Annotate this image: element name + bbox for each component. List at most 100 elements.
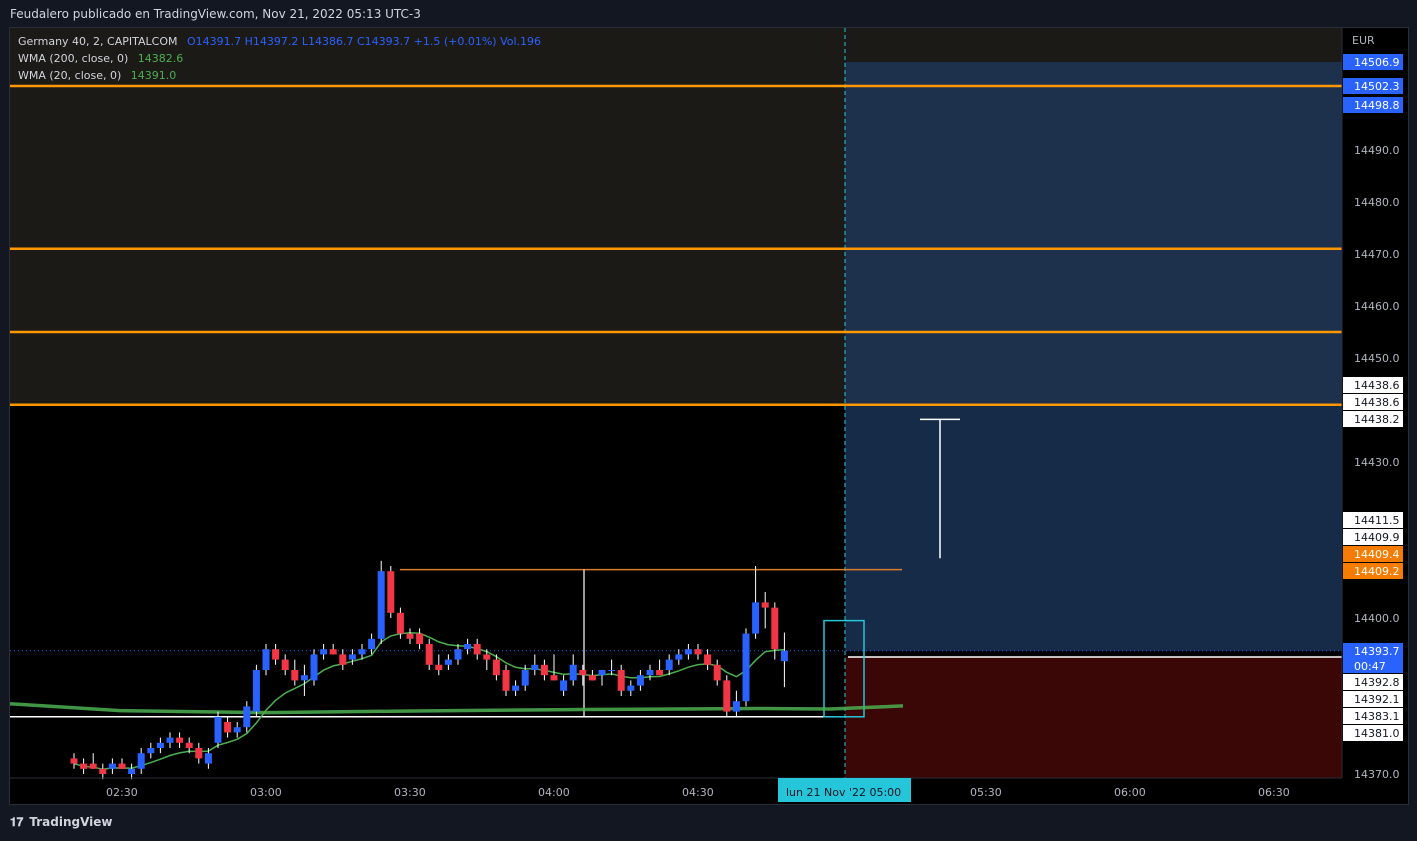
candle-body[interactable]	[70, 758, 78, 764]
candle-body[interactable]	[473, 644, 481, 655]
price-label: 14392.1	[1354, 693, 1400, 706]
candle-body[interactable]	[454, 649, 462, 660]
candle-body[interactable]	[233, 727, 241, 733]
candle-body[interactable]	[540, 664, 548, 676]
price-label: 14409.9	[1354, 531, 1400, 544]
time-tick-label: 04:00	[538, 786, 570, 799]
long-position-stop-zone[interactable]	[845, 657, 1342, 778]
candle-body[interactable]	[224, 722, 232, 733]
candle-body[interactable]	[377, 571, 385, 639]
candle-body[interactable]	[675, 654, 683, 660]
wma200-line	[9, 702, 904, 715]
price-label: 14393.7	[1354, 645, 1400, 658]
candle-body[interactable]	[262, 649, 270, 670]
legend-ohlc: O14391.7 H14397.2 L14386.7 C14393.7 +1.5…	[186, 35, 542, 48]
candle-body[interactable]	[694, 649, 702, 655]
candle-body[interactable]	[89, 763, 97, 769]
candle-body[interactable]	[329, 649, 337, 655]
price-label: 14383.1	[1354, 710, 1400, 723]
candle-body[interactable]	[387, 571, 395, 613]
candle-body[interactable]	[166, 737, 174, 743]
candle-body[interactable]	[588, 675, 596, 681]
candle-body[interactable]	[464, 644, 472, 650]
candle-body[interactable]	[281, 659, 289, 670]
candle-body[interactable]	[550, 675, 558, 681]
time-tick-label: 06:30	[1258, 786, 1290, 799]
chart-canvas[interactable]: EUR 14490.0 14480.0 14470.0 14460.0 14450.0 14…	[0, 0, 1417, 841]
candle-body[interactable]	[502, 670, 510, 691]
price-tick-label: 14470.0	[1354, 248, 1400, 261]
candle-body[interactable]	[492, 659, 500, 676]
candle-body[interactable]	[684, 649, 692, 655]
legend-wma200-value: 14382.6	[137, 52, 184, 65]
candle-body[interactable]	[780, 650, 788, 662]
candle-body[interactable]	[761, 602, 769, 608]
footer-brand[interactable]: 𝟏𝟕 TradingView	[10, 815, 113, 830]
candle-body[interactable]	[176, 737, 184, 743]
candle-body[interactable]	[579, 670, 587, 676]
candle-body[interactable]	[128, 768, 136, 774]
candle-body[interactable]	[252, 670, 260, 712]
candle-body[interactable]	[608, 670, 616, 671]
legend-wma20-value: 14391.0	[130, 69, 177, 82]
candle-body[interactable]	[656, 670, 664, 676]
candle-body[interactable]	[742, 633, 750, 702]
candle-body[interactable]	[704, 654, 712, 665]
candle-body[interactable]	[425, 644, 433, 665]
candle-body[interactable]	[598, 670, 606, 676]
candle-body[interactable]	[272, 649, 280, 660]
time-tick-label: 02:30	[106, 786, 138, 799]
candle-body[interactable]	[118, 763, 126, 769]
time-tick-label: 04:30	[682, 786, 714, 799]
candle-body[interactable]	[291, 670, 299, 681]
candle-body[interactable]	[243, 706, 251, 728]
candle-body[interactable]	[569, 664, 577, 681]
candle-body[interactable]	[771, 607, 779, 650]
candle-body[interactable]	[521, 670, 529, 686]
price-label: 14411.5	[1354, 514, 1400, 527]
candle-body[interactable]	[204, 753, 212, 764]
candle-body[interactable]	[512, 685, 520, 691]
candle-body[interactable]	[108, 763, 116, 769]
candle-body[interactable]	[444, 659, 452, 665]
candle-body[interactable]	[310, 654, 318, 681]
candle-body[interactable]	[416, 633, 424, 644]
candle-body[interactable]	[358, 649, 366, 655]
legend-symbol-row: Germany 40, 2, CAPITALCOM O14391.7 H1439…	[18, 35, 547, 48]
candle-body[interactable]	[713, 664, 721, 681]
long-position-target-zone[interactable]	[845, 62, 1342, 651]
candle-body[interactable]	[732, 701, 740, 712]
candle-body[interactable]	[99, 768, 107, 774]
candle-body[interactable]	[300, 675, 308, 681]
candle-body[interactable]	[137, 753, 145, 769]
price-label: 14409.2	[1354, 565, 1400, 578]
candle-body[interactable]	[665, 659, 673, 670]
candle-body[interactable]	[195, 748, 203, 759]
candle-body[interactable]	[147, 748, 155, 754]
price-label: 14502.3	[1354, 80, 1400, 93]
candle-body[interactable]	[348, 654, 356, 660]
candle-body[interactable]	[185, 742, 193, 748]
candle-body[interactable]	[531, 664, 539, 670]
candle-body[interactable]	[406, 633, 414, 639]
candle-body[interactable]	[435, 664, 443, 670]
candle-body[interactable]	[339, 654, 347, 665]
candle-body[interactable]	[617, 670, 625, 691]
price-tick-label: 14430.0	[1354, 456, 1400, 469]
candle-body[interactable]	[368, 638, 376, 650]
current-time-badge: lun 21 Nov '22 05:00	[786, 786, 901, 799]
candle-body[interactable]	[483, 654, 491, 660]
candle-body[interactable]	[627, 685, 635, 691]
candle-body[interactable]	[80, 763, 88, 769]
price-label: 14506.9	[1354, 56, 1400, 69]
candle-body[interactable]	[560, 680, 568, 691]
candle-body[interactable]	[396, 612, 404, 634]
candle-body[interactable]	[646, 670, 654, 676]
candle-body[interactable]	[636, 675, 644, 686]
candle-body[interactable]	[214, 716, 222, 743]
candle-body[interactable]	[156, 742, 164, 748]
legend-symbol: Germany 40, 2, CAPITALCOM	[18, 35, 178, 48]
candle-body[interactable]	[723, 680, 731, 712]
candle-body[interactable]	[752, 602, 760, 634]
candle-body[interactable]	[320, 649, 328, 655]
